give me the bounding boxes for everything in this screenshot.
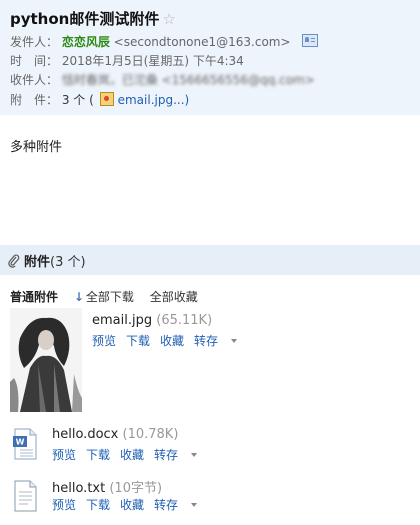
sender-row: 发件人： 恋恋风辰 <secondtonone1@163.com>: [10, 33, 319, 51]
attachment-file-name[interactable]: email.jpg (65.11K): [92, 313, 212, 328]
caret-down-icon: [191, 503, 198, 507]
portrait-image: [10, 308, 82, 412]
attachment-actions: 预览 下载 收藏 转存: [52, 496, 217, 513]
sender-address: <secondtonone1@163.com>: [113, 35, 291, 49]
attachment-actions: 预览 下载 收藏 转存: [52, 446, 217, 463]
attachment-link[interactable]: email.jpg...): [118, 93, 190, 107]
forward-button[interactable]: 转存: [154, 448, 207, 462]
contact-card-icon[interactable]: [302, 34, 319, 47]
paperclip-icon: [8, 254, 20, 268]
preview-button[interactable]: 预览: [52, 498, 76, 512]
mail-subject: python邮件测试附件 ☆: [10, 8, 176, 29]
recipient-label: 收件人：: [10, 73, 59, 87]
file-name[interactable]: hello.txt: [52, 481, 105, 496]
subject-title: python邮件测试附件: [10, 10, 160, 28]
forward-label: 转存: [154, 448, 179, 462]
attachment-file-name[interactable]: hello.txt (10字节): [52, 477, 162, 496]
file-name[interactable]: hello.docx: [52, 427, 118, 442]
svg-text:W: W: [16, 438, 25, 447]
download-button[interactable]: 下载: [126, 334, 150, 348]
time-value: 2018年1月5日(星期五) 下午4:34: [61, 54, 244, 68]
text-file-icon[interactable]: [12, 480, 38, 512]
collect-all-button[interactable]: 全部收藏: [150, 290, 198, 304]
attachment-label: 附 件：: [10, 93, 59, 107]
star-icon[interactable]: ☆: [162, 10, 175, 28]
download-all-label: 全部下载: [85, 290, 134, 304]
attachments-header-count: (3 个): [50, 255, 86, 270]
download-button[interactable]: 下载: [86, 498, 110, 512]
mail-body-text: 多种附件: [10, 140, 63, 155]
attachment-file-name[interactable]: hello.docx (10.78K): [52, 427, 178, 442]
time-label: 时 间：: [10, 54, 59, 68]
caret-down-icon: [231, 339, 238, 343]
email-jpg-thumbnail[interactable]: [10, 308, 82, 412]
mail-header: python邮件测试附件 ☆ 发件人： 恋恋风辰 <secondtonone1@1…: [0, 0, 420, 115]
forward-button[interactable]: 转存: [194, 334, 247, 348]
attachments-toolbar: 普通附件 ↓ 全部下载 全部收藏: [10, 288, 198, 305]
file-size: (10字节): [109, 481, 163, 496]
file-size: (10.78K): [122, 427, 179, 442]
attachment-row: 附 件： 3 个 ( email.jpg...): [10, 91, 189, 109]
attachment-count: 3 个 (: [61, 93, 94, 107]
attachments-header: 附件(3 个): [8, 251, 86, 270]
collect-button[interactable]: 收藏: [160, 334, 184, 348]
attachment-actions: 预览 下载 收藏 转存: [92, 332, 257, 349]
time-row: 时 间： 2018年1月5日(星期五) 下午4:34: [10, 52, 244, 70]
recipient-value[interactable]: 恬时春岚，已沱桑 <1566656556@qq.com>: [62, 73, 315, 87]
attachments-header-bar: 附件(3 个): [0, 245, 420, 275]
forward-label: 转存: [194, 334, 219, 348]
image-file-icon: [99, 92, 114, 106]
download-all-button[interactable]: ↓ 全部下载: [74, 290, 134, 304]
sender-label: 发件人：: [10, 35, 59, 49]
toolbar-title: 普通附件: [10, 290, 59, 304]
preview-button[interactable]: 预览: [92, 334, 116, 348]
caret-down-icon: [191, 453, 198, 457]
word-document-icon[interactable]: W: [12, 428, 38, 460]
recipient-row: 收件人： 恬时春岚，已沱桑 <1566656556@qq.com>: [10, 71, 315, 89]
forward-button[interactable]: 转存: [154, 498, 207, 512]
file-name[interactable]: email.jpg: [92, 313, 152, 328]
collect-button[interactable]: 收藏: [120, 498, 144, 512]
forward-label: 转存: [154, 498, 179, 512]
attachments-header-label: 附件: [24, 255, 51, 270]
file-size: (65.11K): [156, 313, 213, 328]
download-button[interactable]: 下载: [86, 448, 110, 462]
arrow-down-icon: ↓: [73, 290, 84, 304]
collect-button[interactable]: 收藏: [120, 448, 144, 462]
sender-name[interactable]: 恋恋风辰: [62, 35, 110, 49]
preview-button[interactable]: 预览: [52, 448, 76, 462]
